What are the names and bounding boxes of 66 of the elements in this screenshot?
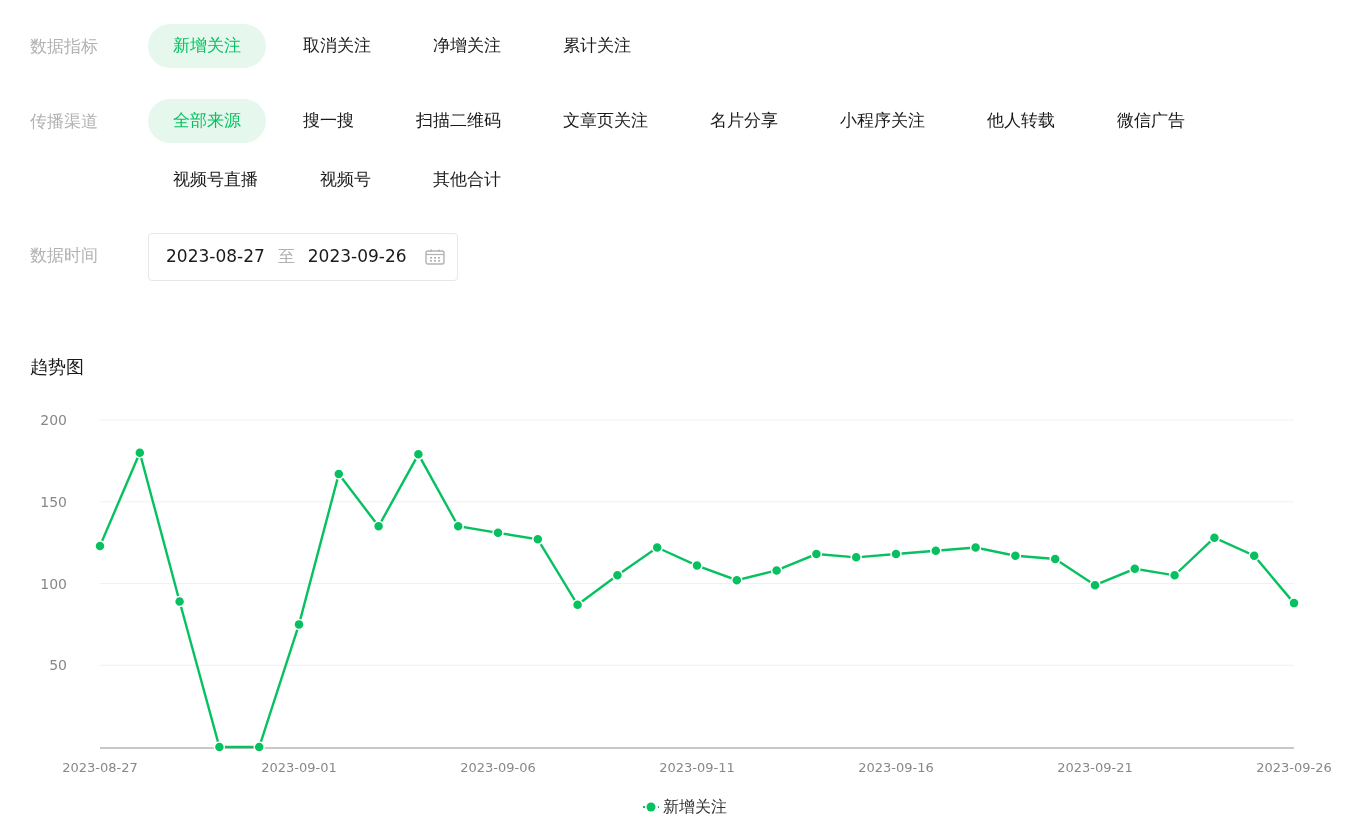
filter-option[interactable]: 扫描二维码 [391, 99, 526, 143]
filter-option[interactable]: 视频号 [295, 158, 396, 202]
data-point [770, 564, 783, 577]
x-axis-label: 2023-09-01 [261, 760, 337, 775]
filter-option[interactable]: 他人转载 [962, 99, 1080, 143]
filter-option[interactable]: 取消关注 [278, 24, 396, 68]
data-point [1129, 563, 1141, 575]
data-point [253, 741, 265, 753]
chart-title: 趋势图 [30, 355, 85, 379]
x-axis-label: 2023-09-16 [858, 760, 934, 775]
y-axis-label: 200 [40, 412, 67, 428]
filter-option[interactable]: 其他合计 [408, 158, 526, 202]
data-point [412, 448, 425, 461]
legend-marker-icon [642, 802, 659, 812]
data-point [691, 559, 703, 572]
filter-label: 传播渠道 [30, 110, 99, 133]
data-point [850, 551, 862, 564]
data-point [1009, 549, 1022, 562]
filter-label: 数据指标 [30, 35, 99, 58]
legend-label[interactable]: 新增关注 [662, 795, 727, 819]
data-point [333, 468, 345, 480]
filter-option[interactable]: 视频号直播 [148, 158, 283, 202]
x-axis-label: 2023-09-26 [1256, 760, 1332, 775]
data-point [810, 548, 823, 560]
data-point [1248, 549, 1260, 562]
data-point [1089, 579, 1101, 591]
filter-option[interactable]: 微信广告 [1092, 99, 1210, 143]
y-axis-label: 150 [40, 493, 67, 510]
data-point [969, 541, 982, 554]
calendar-icon[interactable] [424, 249, 445, 265]
data-point [890, 548, 902, 560]
data-point [1208, 531, 1221, 544]
data-point [571, 599, 584, 611]
data-point [94, 540, 106, 552]
data-point [1288, 597, 1300, 609]
filter-label: 数据时间 [30, 244, 99, 267]
filter-option[interactable]: 文章页关注 [538, 99, 673, 143]
data-point [532, 533, 544, 546]
data-point [611, 569, 624, 582]
start-date: 2023-08-27 [166, 245, 265, 269]
x-axis-label: 2023-09-21 [1057, 760, 1133, 775]
data-point [651, 541, 663, 554]
filter-option[interactable]: 小程序关注 [815, 99, 950, 143]
end-date: 2023-09-26 [307, 245, 407, 269]
data-point [731, 574, 743, 586]
filter-option[interactable]: 名片分享 [685, 99, 803, 143]
y-axis-label: 50 [49, 657, 67, 674]
x-axis-label: 2023-08-27 [62, 760, 138, 775]
data-point [173, 595, 186, 608]
filter-option[interactable]: 搜一搜 [278, 99, 379, 143]
data-point [1049, 553, 1061, 565]
filter-option[interactable]: 净增关注 [408, 24, 526, 68]
x-axis-label: 2023-09-06 [460, 760, 536, 775]
data-point [372, 520, 385, 533]
y-axis-label: 100 [40, 575, 67, 592]
filter-option[interactable]: 累计关注 [538, 24, 656, 68]
x-axis-label: 2023-09-11 [659, 760, 735, 775]
data-point [134, 446, 146, 459]
date-range-field[interactable]: 2023-08-27 至 2023-09-26 [148, 233, 458, 281]
data-point [213, 741, 226, 753]
data-point [452, 520, 464, 533]
data-point [492, 527, 504, 539]
data-point [293, 618, 305, 631]
data-point [1168, 569, 1181, 582]
data-point [930, 545, 942, 557]
range-separator: 至 [277, 245, 295, 269]
